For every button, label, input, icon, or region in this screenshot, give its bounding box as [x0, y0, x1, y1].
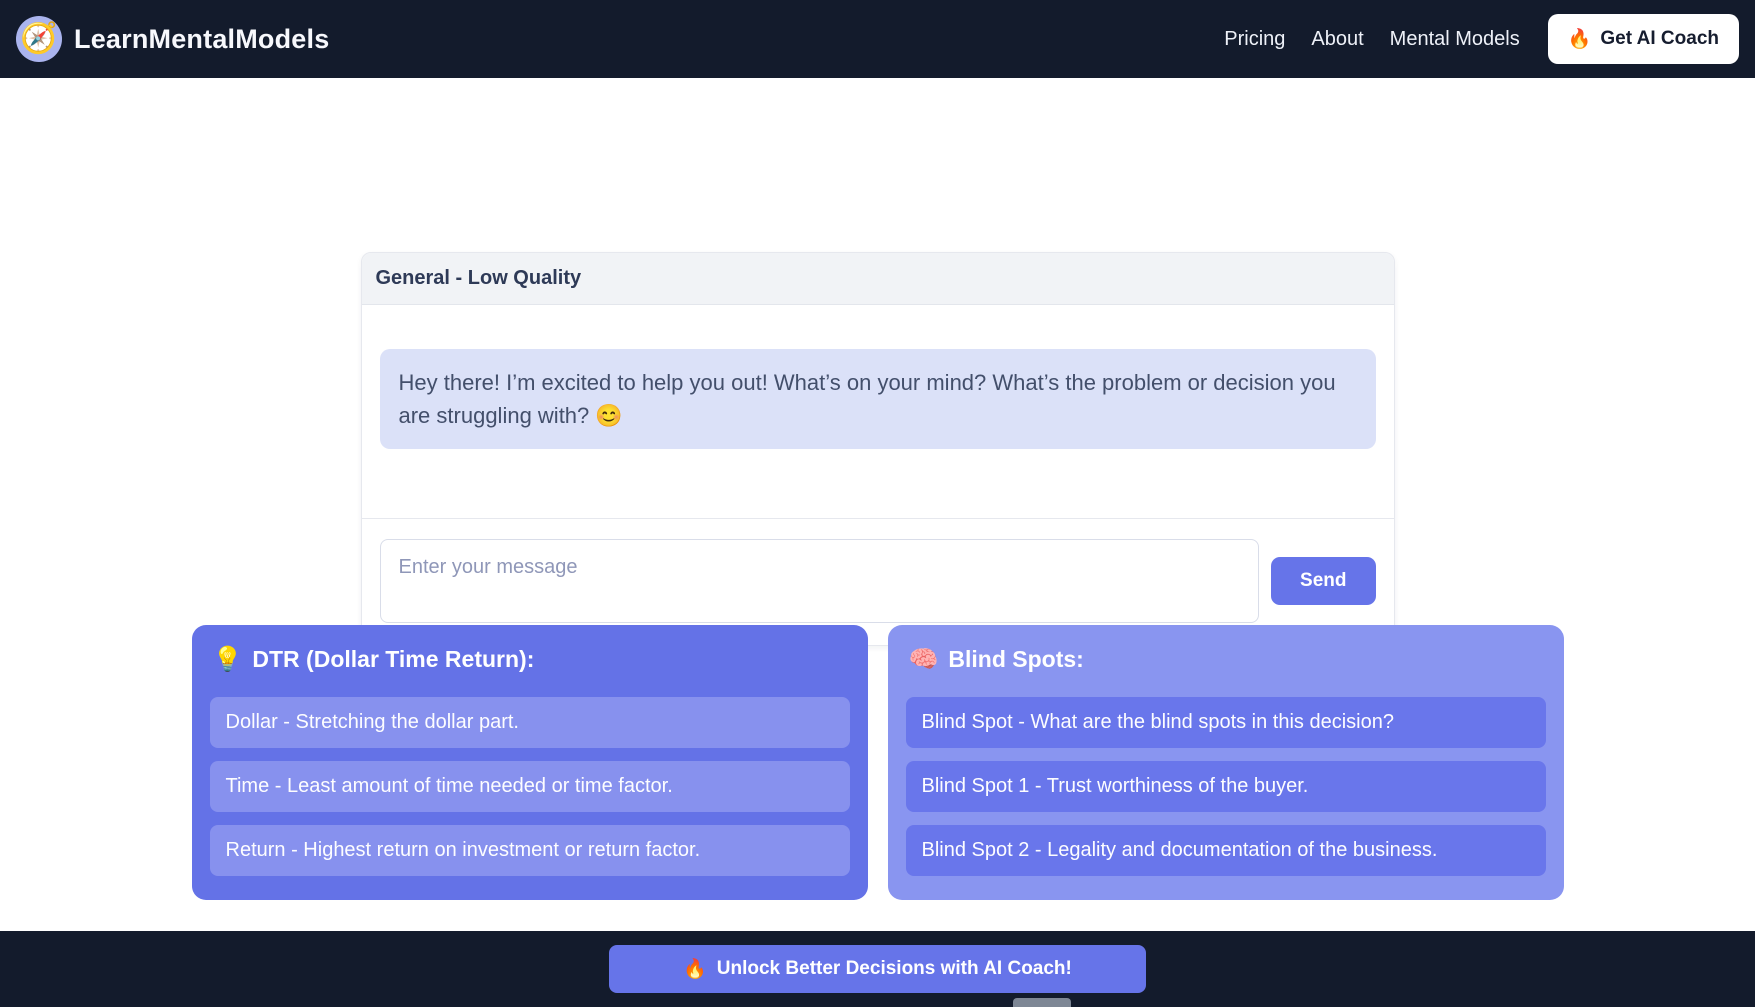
nav-link-mental-models[interactable]: Mental Models [1390, 28, 1520, 51]
message-input[interactable] [380, 539, 1260, 623]
nav-menu: Pricing About Mental Models 🔥 Get AI Coa… [1224, 14, 1739, 64]
nav-link-pricing[interactable]: Pricing [1224, 28, 1285, 51]
blind-spots-title-text: Blind Spots: [948, 646, 1083, 673]
blind-spots-card-title: 🧠 Blind Spots: [906, 646, 1546, 673]
send-button[interactable]: Send [1271, 557, 1375, 605]
bottom-edge-element [1013, 998, 1071, 1007]
list-item: Blind Spot - What are the blind spots in… [906, 697, 1546, 748]
nav-link-about[interactable]: About [1311, 28, 1363, 51]
list-item: Blind Spot 1 - Trust worthiness of the b… [906, 761, 1546, 812]
list-item: Blind Spot 2 - Legality and documentatio… [906, 825, 1546, 876]
brand[interactable]: 🧭 LearnMentalModels [16, 16, 329, 62]
dtr-card: 💡 DTR (Dollar Time Return): Dollar - Str… [192, 625, 868, 900]
chat-card: General - Low Quality Hey there! I’m exc… [361, 252, 1395, 646]
unlock-ai-coach-button[interactable]: 🔥 Unlock Better Decisions with AI Coach! [609, 945, 1146, 993]
insight-cards-row: 💡 DTR (Dollar Time Return): Dollar - Str… [192, 625, 1564, 900]
blind-spots-card: 🧠 Blind Spots: Blind Spot - What are the… [888, 625, 1564, 900]
lightbulb-icon: 💡 [213, 648, 243, 672]
main-content: General - Low Quality Hey there! I’m exc… [0, 78, 1755, 931]
navbar: 🧭 LearnMentalModels Pricing About Mental… [0, 0, 1755, 78]
unlock-ai-coach-label: Unlock Better Decisions with AI Coach! [717, 958, 1072, 980]
get-ai-coach-button[interactable]: 🔥 Get AI Coach [1548, 14, 1739, 64]
compass-logo-icon: 🧭 [16, 16, 62, 62]
dtr-card-title: 💡 DTR (Dollar Time Return): [210, 646, 850, 673]
list-item: Return - Highest return on investment or… [210, 825, 850, 876]
brand-name: LearnMentalModels [74, 24, 329, 55]
chat-header-title: General - Low Quality [362, 253, 1394, 305]
brain-icon: 🧠 [909, 648, 939, 672]
fire-icon: 🔥 [683, 957, 707, 981]
fire-icon: 🔥 [1568, 27, 1592, 51]
compass-glyph: 🧭 [20, 24, 57, 54]
dtr-title-text: DTR (Dollar Time Return): [252, 646, 534, 673]
page: 🧭 LearnMentalModels Pricing About Mental… [0, 0, 1755, 1007]
footer: 🔥 Unlock Better Decisions with AI Coach! [0, 931, 1755, 1007]
assistant-message-bubble: Hey there! I’m excited to help you out! … [380, 349, 1376, 449]
chat-message-area: Hey there! I’m excited to help you out! … [362, 305, 1394, 518]
get-ai-coach-label: Get AI Coach [1600, 28, 1719, 50]
list-item: Dollar - Stretching the dollar part. [210, 697, 850, 748]
list-item: Time - Least amount of time needed or ti… [210, 761, 850, 812]
